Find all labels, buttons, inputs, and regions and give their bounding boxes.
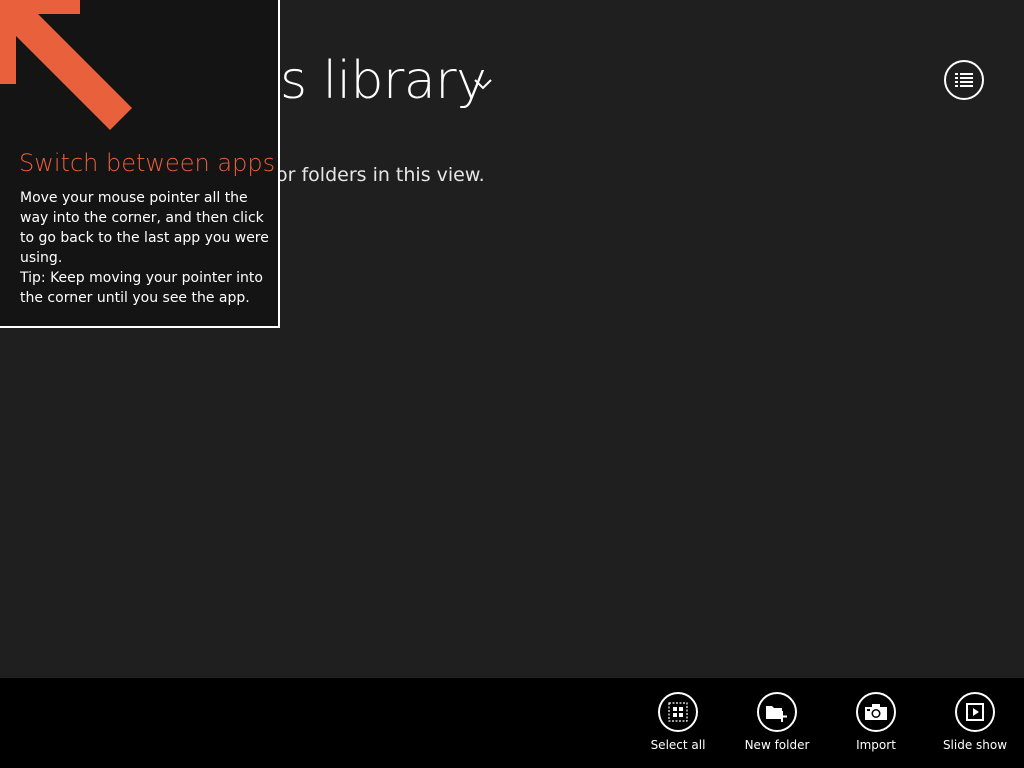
slide-show-icon	[966, 703, 984, 721]
tip-title: Switch between apps	[19, 149, 276, 177]
corner-arrow-icon	[0, 0, 132, 130]
import-button[interactable]: Import	[830, 692, 922, 762]
chevron-down-icon[interactable]	[473, 77, 493, 91]
new-folder-button[interactable]: New folder	[731, 692, 823, 762]
tip-hint: Tip: Keep moving your pointer into the c…	[20, 270, 263, 306]
select-all-button[interactable]: Select all	[632, 692, 724, 762]
app-bar: Select all New folder Import Slide show	[0, 678, 1024, 768]
list-view-button[interactable]	[944, 60, 984, 100]
select-all-label: Select all	[650, 738, 706, 752]
tip-body: Move your mouse pointer all the way into…	[20, 188, 272, 308]
photos-app: s library or folders in this view. Switc…	[0, 0, 1024, 768]
page-title[interactable]: s library	[280, 46, 487, 116]
slide-show-label: Slide show	[942, 738, 1008, 752]
empty-library-message: or folders in this view.	[276, 164, 485, 186]
new-folder-icon	[766, 706, 787, 722]
select-all-icon	[668, 702, 688, 722]
switch-apps-tip: Switch between apps Move your mouse poin…	[0, 0, 280, 328]
list-icon	[955, 73, 973, 87]
slide-show-button[interactable]: Slide show	[929, 692, 1021, 762]
import-label: Import	[856, 738, 896, 752]
new-folder-label: New folder	[744, 738, 810, 752]
tip-instructions: Move your mouse pointer all the way into…	[20, 190, 269, 266]
camera-icon	[865, 704, 887, 720]
